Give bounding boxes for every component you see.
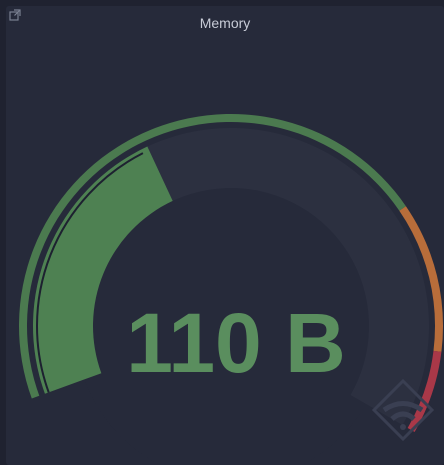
gauge-value: 110 B <box>126 296 346 390</box>
grafana-logo-icon <box>368 375 438 445</box>
